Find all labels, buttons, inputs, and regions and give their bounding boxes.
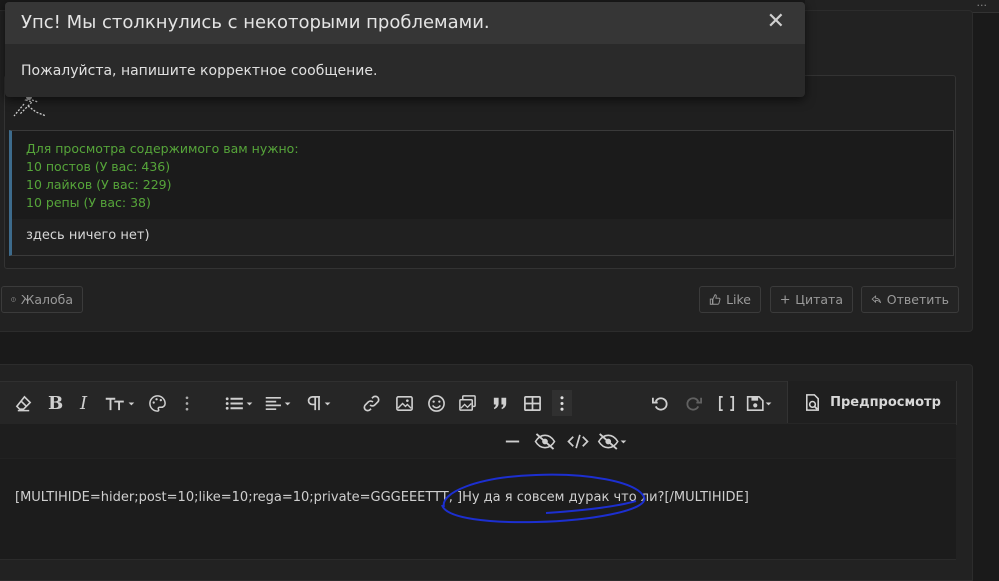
reply-button[interactable]: Ответить (861, 286, 959, 313)
drafts-icon[interactable] (745, 393, 775, 413)
report-button[interactable]: Жалоба (1, 286, 83, 313)
requirement-likes: 10 лайков (У вас: 229) (26, 177, 171, 192)
quote-icon[interactable] (491, 393, 510, 413)
error-modal: Упс! Мы столкнулись с некоторыми проблем… (5, 2, 805, 97)
hide-icon[interactable] (533, 431, 557, 451)
link-icon[interactable] (362, 393, 381, 413)
requirement-posts: 10 постов (У вас: 436) (26, 159, 170, 174)
list-icon[interactable] (224, 393, 256, 413)
close-icon[interactable]: ✕ (767, 9, 785, 34)
reply-label: Ответить (887, 292, 949, 307)
code-icon[interactable] (567, 431, 589, 451)
thumbs-up-icon (709, 293, 721, 306)
quote-label: Цитата (795, 292, 843, 307)
hide-block: Для просмотра содержимого вам нужно: 10 … (9, 130, 954, 256)
preview-label: Предпросмотр (830, 395, 941, 410)
editor-textarea[interactable]: [MULTIHIDE=hider;post=10;like=10;rega=10… (0, 459, 956, 560)
report-label: Жалоба (21, 292, 73, 307)
modal-title: Упс! Мы столкнулись с некоторыми проблем… (21, 12, 490, 33)
bbcode-toggle-icon[interactable] (717, 393, 736, 413)
hide-menu-icon[interactable] (597, 431, 629, 451)
modal-message: Пожалуйста, напишите корректное сообщени… (21, 63, 377, 79)
hidden-content: здесь ничего нет) (26, 228, 150, 243)
redo-icon[interactable] (684, 393, 703, 413)
image-icon[interactable] (395, 393, 414, 413)
modal-header: Упс! Мы столкнулись с некоторыми проблем… (5, 2, 805, 45)
table-icon[interactable] (523, 393, 542, 413)
top-strip-text: ... (977, 0, 988, 9)
undo-icon[interactable] (651, 393, 670, 413)
annotation-circle (436, 467, 652, 529)
align-icon[interactable] (264, 393, 296, 413)
editor-subtoolbar (0, 424, 956, 458)
plus-icon (780, 293, 790, 306)
palette-icon[interactable] (148, 393, 167, 413)
like-button[interactable]: Like (699, 286, 761, 313)
preview-icon (803, 393, 822, 412)
gallery-icon[interactable] (458, 393, 477, 413)
font-size-icon[interactable] (104, 393, 136, 413)
italic-icon[interactable]: I (80, 393, 87, 413)
minus-icon[interactable] (503, 431, 522, 451)
smiley-icon[interactable] (427, 393, 446, 413)
preview-button[interactable]: Предпросмотр (787, 381, 956, 423)
hide-requirements: Для просмотра содержимого вам нужно: 10 … (12, 131, 953, 219)
paragraph-icon[interactable] (304, 393, 334, 413)
like-label: Like (726, 292, 751, 307)
requirement-rep: 10 репы (У вас: 38) (26, 195, 151, 210)
more-menu-icon[interactable] (556, 393, 568, 413)
more-dots-icon[interactable] (180, 393, 194, 413)
bold-icon[interactable]: B (48, 393, 63, 413)
quote-button[interactable]: Цитата (770, 286, 853, 313)
reply-icon (871, 293, 882, 306)
clear-format-icon[interactable] (14, 393, 33, 413)
report-icon (11, 293, 16, 306)
requirements-title: Для просмотра содержимого вам нужно: (26, 141, 299, 156)
